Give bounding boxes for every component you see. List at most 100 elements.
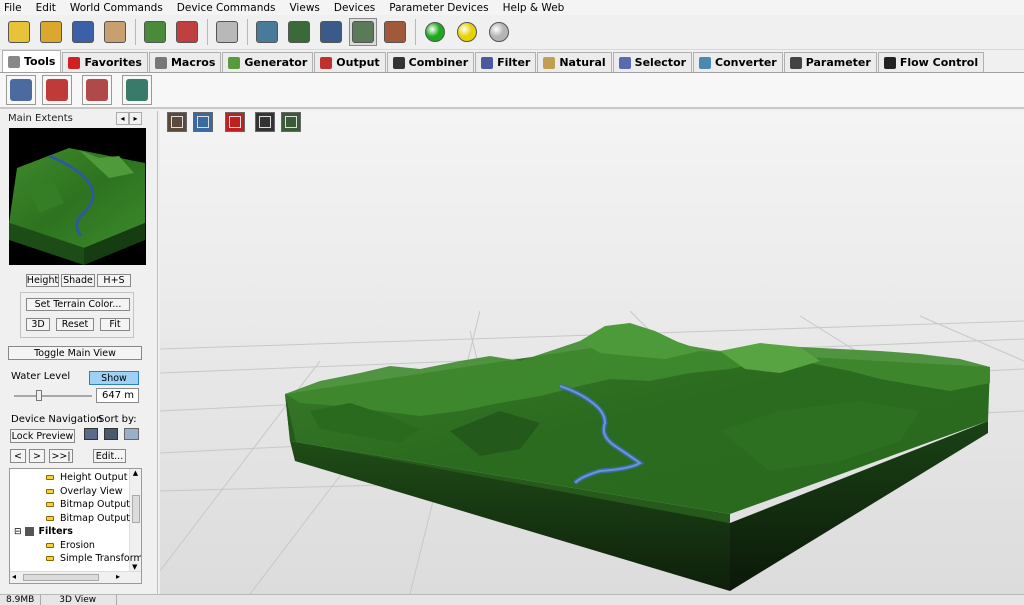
tools-toolbar bbox=[0, 73, 1024, 109]
terrain-graph-button[interactable] bbox=[141, 18, 169, 46]
scroll-up-icon[interactable]: ▲ bbox=[130, 469, 141, 477]
wireframe-toggle-button[interactable] bbox=[281, 112, 301, 132]
sort-type-icon[interactable] bbox=[104, 428, 118, 440]
scroll-left-icon[interactable]: ◂ bbox=[116, 112, 129, 125]
tree-scroll-thumb[interactable] bbox=[132, 495, 140, 523]
new-world-button[interactable] bbox=[5, 18, 33, 46]
collapse-icon[interactable]: ⊟ bbox=[14, 527, 22, 537]
water-level-slider[interactable] bbox=[14, 395, 92, 397]
macro-tool-icon bbox=[126, 79, 148, 101]
scroll-right-icon[interactable]: ▸ bbox=[129, 112, 142, 125]
3d-view-button[interactable] bbox=[349, 18, 377, 46]
device-tree[interactable]: ▲ ▼ ◂ ▸ Height Output Overlay View Bitmap … bbox=[9, 468, 142, 584]
build-gray-button[interactable] bbox=[485, 18, 513, 46]
fit-button[interactable]: Fit bbox=[100, 318, 130, 331]
layout-tool-button[interactable] bbox=[6, 75, 36, 105]
tree-horizontal-scrollbar[interactable]: ◂ ▸ bbox=[10, 571, 141, 583]
random-dice-button[interactable] bbox=[213, 18, 241, 46]
menu-views[interactable]: Views bbox=[289, 2, 319, 14]
water-show-button[interactable]: Show bbox=[89, 371, 139, 385]
converter-tab-icon bbox=[699, 56, 712, 69]
menu-world-commands[interactable]: World Commands bbox=[70, 2, 163, 14]
export-tool-button[interactable] bbox=[82, 75, 112, 105]
nav-last-button[interactable]: >>| bbox=[49, 449, 73, 463]
tab-selector[interactable]: Selector bbox=[612, 52, 693, 72]
menu-device-commands[interactable]: Device Commands bbox=[177, 2, 276, 14]
tab-label: Selector bbox=[634, 56, 687, 69]
tab-natural[interactable]: Natural bbox=[537, 52, 612, 72]
tree-hscroll-thumb[interactable] bbox=[23, 574, 99, 581]
reset-button[interactable]: Reset bbox=[56, 318, 94, 331]
menu-file[interactable]: File bbox=[4, 2, 22, 14]
water-slider-thumb[interactable] bbox=[35, 390, 42, 401]
main-3d-view[interactable] bbox=[160, 111, 1024, 594]
reset-view-button[interactable] bbox=[225, 112, 245, 132]
tab-combiner[interactable]: Combiner bbox=[386, 52, 475, 72]
globe-view-icon bbox=[320, 21, 342, 43]
camera-snapshot-button[interactable] bbox=[255, 112, 275, 132]
hscroll-left-icon[interactable]: ◂ bbox=[12, 572, 16, 581]
save-button[interactable] bbox=[69, 18, 97, 46]
sort-list-icon[interactable] bbox=[84, 428, 98, 440]
globe-view-button[interactable] bbox=[317, 18, 345, 46]
device-node-icon bbox=[46, 556, 54, 561]
macros-tab-icon bbox=[154, 56, 167, 69]
group-tool-button[interactable] bbox=[42, 75, 72, 105]
texture-view-button[interactable] bbox=[381, 18, 409, 46]
tab-macros[interactable]: Macros bbox=[148, 52, 222, 72]
tab-parameter[interactable]: Parameter bbox=[783, 52, 877, 72]
tree-item[interactable]: Simple Transform bbox=[46, 552, 141, 565]
height-button[interactable]: Height bbox=[26, 274, 59, 287]
tree-item[interactable]: Height Output bbox=[46, 471, 127, 484]
terrain-graph-icon bbox=[144, 21, 166, 43]
tree-group[interactable]: ⊟ Filters bbox=[14, 525, 73, 538]
tab-converter[interactable]: Converter bbox=[693, 52, 783, 72]
grid-view-button[interactable] bbox=[285, 18, 313, 46]
macro-tool-button[interactable] bbox=[122, 75, 152, 105]
sort-grid-icon[interactable] bbox=[124, 428, 139, 440]
tree-item[interactable]: Erosion bbox=[46, 539, 95, 552]
hs-button[interactable]: H+S bbox=[97, 274, 131, 287]
hand-tool-button[interactable] bbox=[101, 18, 129, 46]
sort-by-label: Sort by: bbox=[98, 414, 137, 425]
set-terrain-color-button[interactable]: Set Terrain Color... bbox=[26, 298, 130, 311]
nav-prev-button[interactable]: < bbox=[10, 449, 26, 463]
tree-item-label: Bitmap Output bbox=[60, 512, 131, 524]
edit-button[interactable]: Edit... bbox=[93, 449, 126, 463]
layout-view-button[interactable] bbox=[253, 18, 281, 46]
menu-help-web[interactable]: Help & Web bbox=[503, 2, 565, 14]
tab-filter[interactable]: Filter bbox=[475, 52, 537, 72]
build-yellow-button[interactable] bbox=[453, 18, 481, 46]
orbit-mode-button[interactable] bbox=[167, 112, 187, 132]
open-folder-button[interactable] bbox=[37, 18, 65, 46]
tab-label: Tools bbox=[24, 55, 56, 68]
menu-edit[interactable]: Edit bbox=[36, 2, 56, 14]
tab-label: Favorites bbox=[84, 56, 142, 69]
shade-button[interactable]: Shade bbox=[61, 274, 95, 287]
toggle-main-view-button[interactable]: Toggle Main View bbox=[8, 346, 142, 360]
hscroll-right-icon[interactable]: ▸ bbox=[116, 572, 120, 581]
tree-item[interactable]: Bitmap Output bbox=[46, 512, 130, 525]
tab-tools[interactable]: Tools bbox=[2, 50, 62, 72]
tab-label: Generator bbox=[244, 56, 308, 69]
tab-generator[interactable]: Generator bbox=[222, 52, 314, 72]
terrain-preview[interactable] bbox=[9, 128, 146, 265]
menu-devices[interactable]: Devices bbox=[334, 2, 375, 14]
tree-item[interactable]: Bitmap Output bbox=[46, 498, 130, 511]
tab-output[interactable]: Output bbox=[314, 52, 386, 72]
water-level-value[interactable]: 647 m bbox=[96, 388, 139, 403]
3d-button[interactable]: 3D bbox=[26, 318, 50, 331]
build-gray-icon bbox=[489, 22, 509, 42]
build-green-button[interactable] bbox=[421, 18, 449, 46]
menu-parameter-devices[interactable]: Parameter Devices bbox=[389, 2, 488, 14]
nav-next-button[interactable]: > bbox=[29, 449, 45, 463]
lock-preview-button[interactable]: Lock Preview bbox=[10, 429, 75, 443]
device-navigation-label: Device Navigation bbox=[11, 414, 103, 425]
reset-view-icon bbox=[229, 116, 241, 128]
tree-item[interactable]: Overlay View bbox=[46, 485, 123, 498]
tab-flow-control[interactable]: Flow Control bbox=[877, 52, 985, 72]
tab-favorites[interactable]: Favorites bbox=[62, 52, 148, 72]
open-folder-icon bbox=[40, 21, 62, 43]
script-button[interactable] bbox=[173, 18, 201, 46]
free-mode-button[interactable] bbox=[193, 112, 213, 132]
